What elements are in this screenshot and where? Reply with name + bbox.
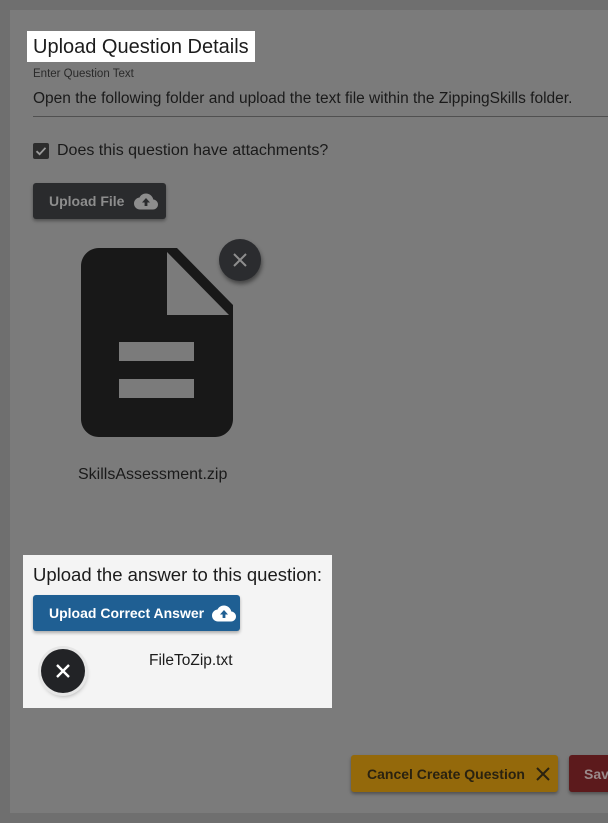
upload-correct-answer-button[interactable]: Upload Correct Answer [33,595,240,631]
save-question-button[interactable]: Save [569,755,608,792]
question-text-input[interactable]: Open the following folder and upload the… [33,90,608,108]
upload-file-button-label: Upload File [49,193,125,209]
cancel-create-question-button[interactable]: Cancel Create Question [351,755,558,792]
modal-overlay: Upload Question Details Enter Question T… [0,0,608,823]
answer-section: Upload the answer to this question: Uplo… [23,555,332,708]
cloud-upload-icon [212,605,237,622]
upload-file-button[interactable]: Upload File [33,183,166,219]
remove-attachment-button[interactable] [219,239,261,281]
attachment-file-name: SkillsAssessment.zip [78,466,228,483]
answer-section-title: Upload the answer to this question: [33,564,322,585]
attachments-checkbox[interactable] [33,143,49,159]
attachments-checkbox-label[interactable]: Does this question have attachments? [57,142,328,160]
close-icon [56,664,70,678]
question-text-underline [33,116,608,117]
check-icon [35,147,47,156]
close-icon [233,253,247,267]
page-title: Upload Question Details [27,31,255,62]
close-icon [535,766,551,782]
question-text-label: Enter Question Text [33,68,134,80]
cancel-button-label: Cancel Create Question [367,765,525,782]
upload-correct-answer-label: Upload Correct Answer [49,605,205,621]
document-icon [81,248,233,437]
answer-file-name: FileToZip.txt [149,652,233,669]
save-button-label: Save [584,765,608,782]
cloud-upload-icon [134,193,159,210]
remove-answer-button[interactable] [41,649,85,693]
